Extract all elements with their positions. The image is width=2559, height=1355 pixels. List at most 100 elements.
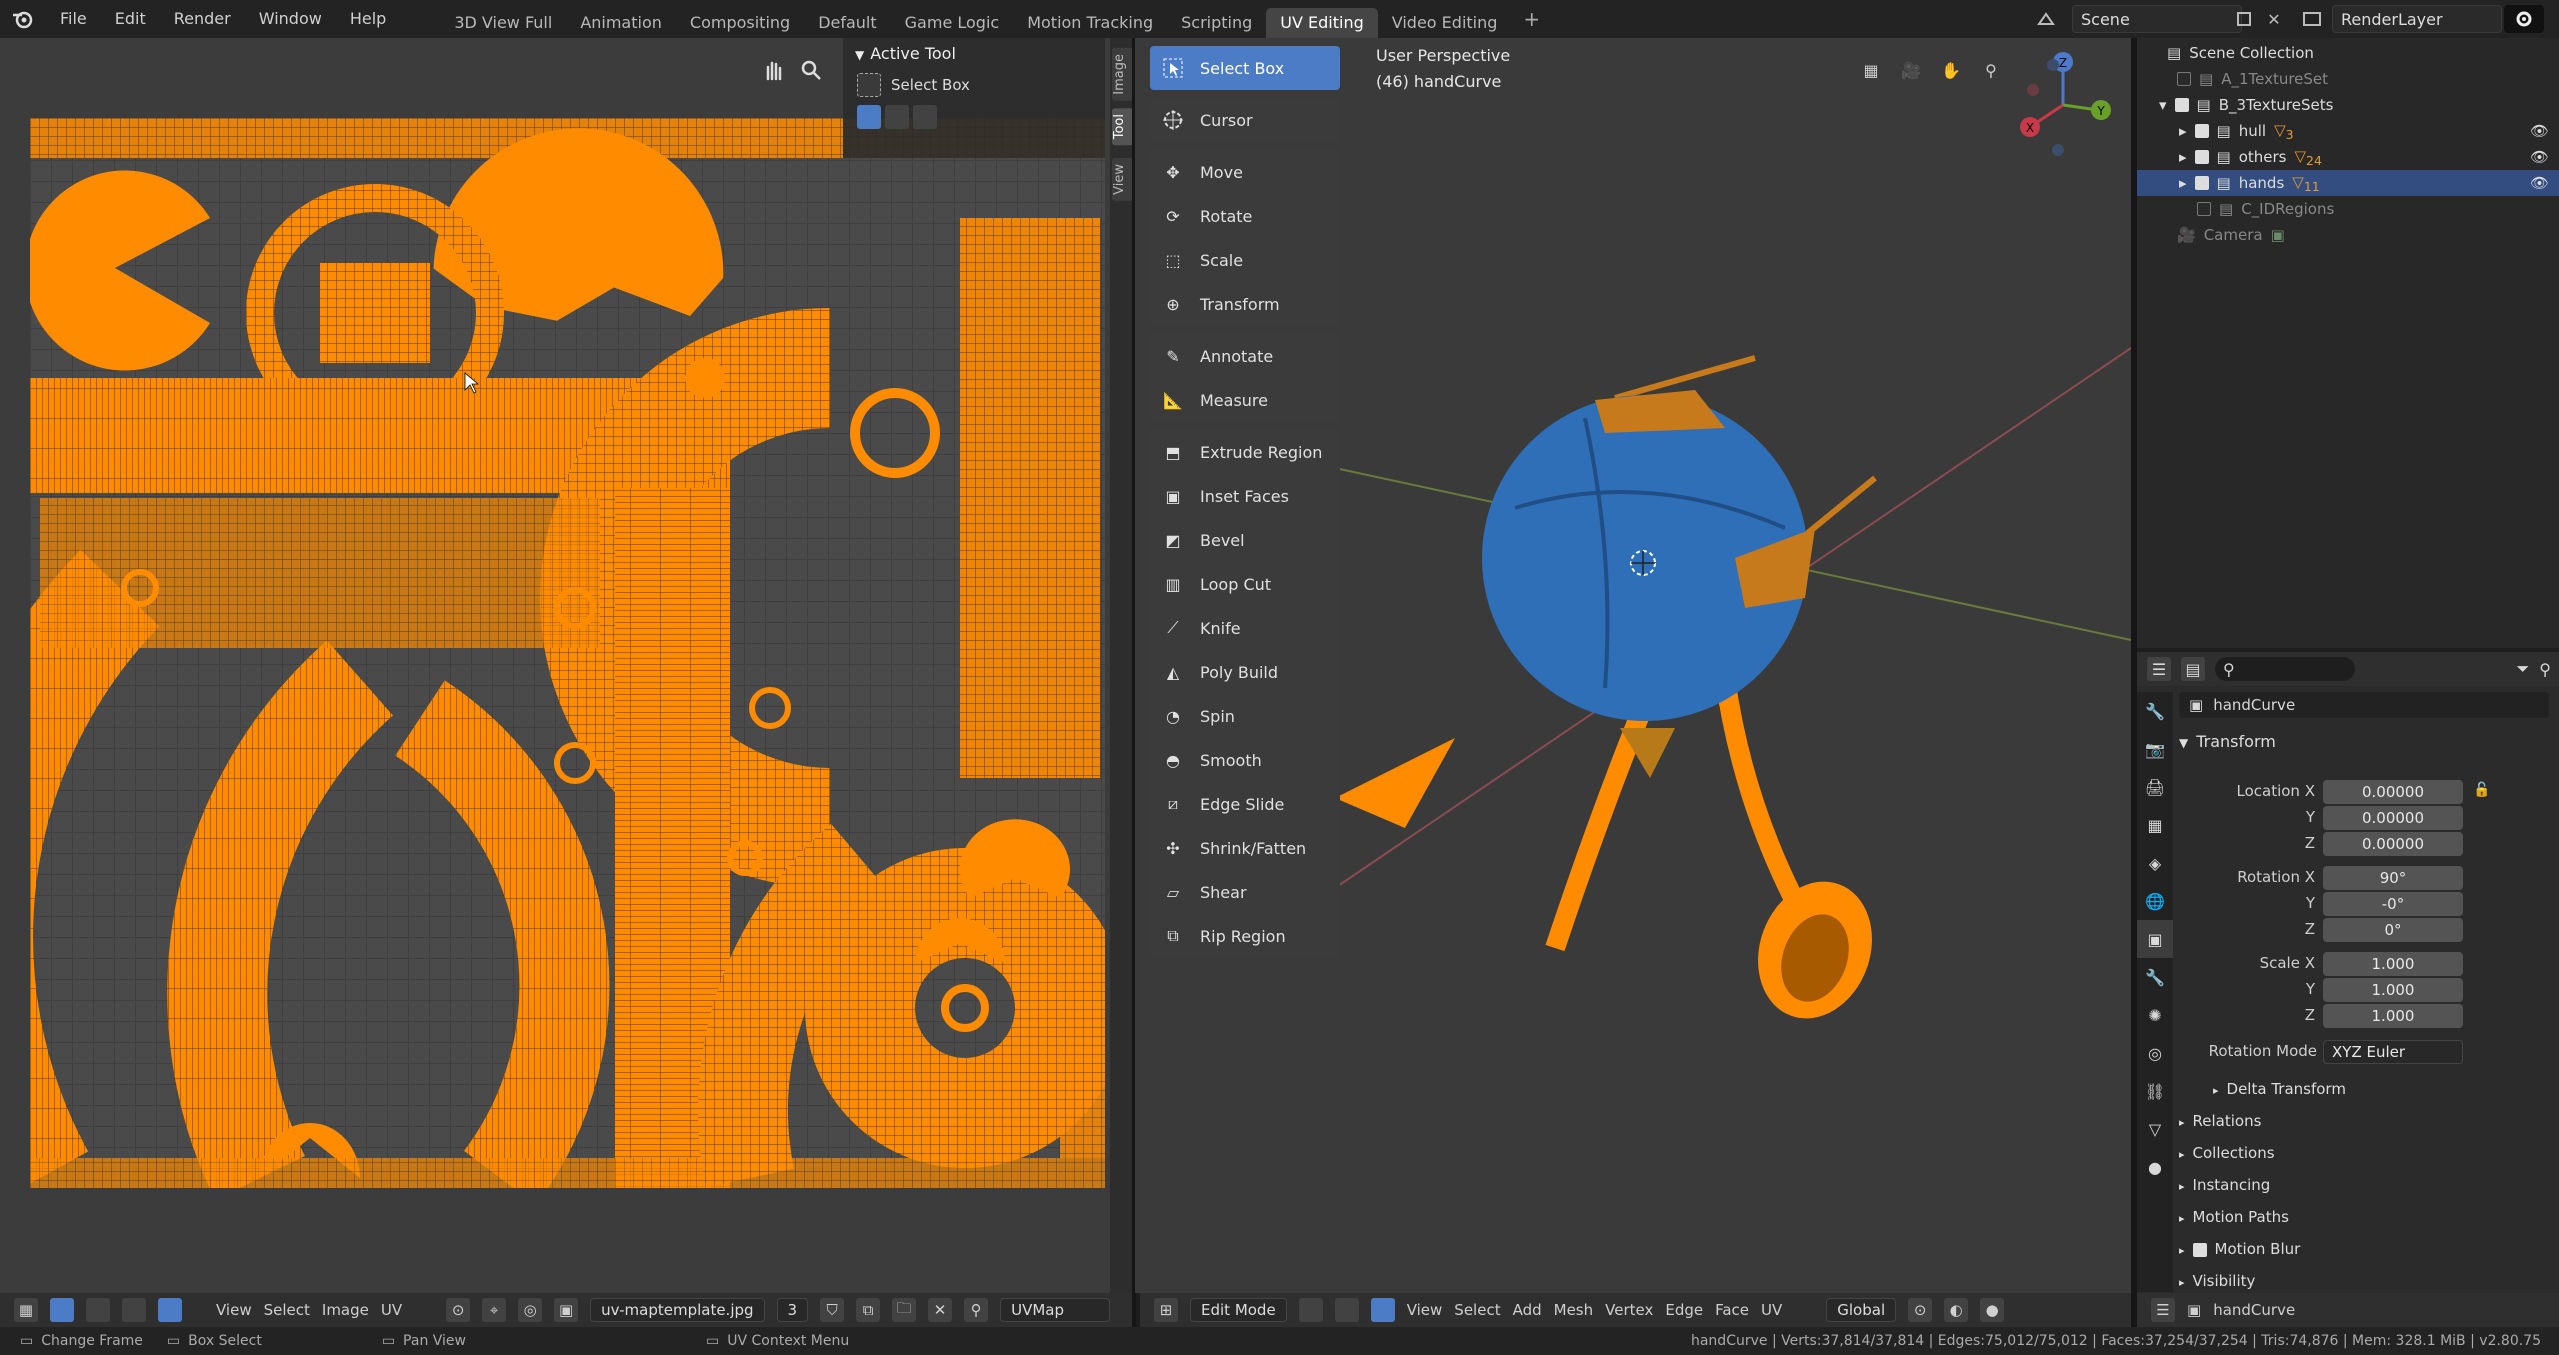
section-visibility[interactable]: ▸ Visibility: [2179, 1272, 2255, 1290]
pivot-icon[interactable]: ⊙: [446, 1298, 471, 1322]
mode-subtract-icon[interactable]: [913, 105, 937, 129]
lock-icon[interactable]: 🔓: [2473, 782, 2490, 798]
vp-menu-view[interactable]: View: [1407, 1301, 1443, 1319]
properties-editor-type-icon[interactable]: ☰: [2147, 657, 2171, 681]
tool-inset-faces[interactable]: ▣ Inset Faces: [1150, 474, 1340, 518]
menu-help[interactable]: Help: [336, 0, 400, 38]
tool-tab-icon[interactable]: 🔧: [2137, 692, 2173, 730]
rotation-y-field[interactable]: -0°: [2323, 892, 2463, 916]
active-tool-header[interactable]: ▼ Active Tool: [843, 38, 1105, 69]
edge-mode-icon[interactable]: [1334, 1298, 1359, 1322]
uv-map-field[interactable]: UVMap: [1000, 1298, 1111, 1322]
edge-select-icon[interactable]: [122, 1298, 146, 1322]
navigation-gizmo-icon[interactable]: Z Y X: [2013, 50, 2113, 160]
particles-tab-icon[interactable]: ✺: [2137, 996, 2173, 1034]
expand-arrow-icon[interactable]: ▸: [2179, 122, 2187, 140]
image-browse-icon[interactable]: ▣: [554, 1298, 579, 1322]
tool-annotate[interactable]: ✎ Annotate: [1150, 334, 1340, 378]
filter-icon[interactable]: ⏷: [2516, 659, 2529, 679]
face-select-icon[interactable]: [158, 1298, 182, 1322]
vp-menu-select[interactable]: Select: [1454, 1301, 1500, 1319]
camera-view-icon[interactable]: 🎥: [1893, 52, 1929, 88]
pin-properties-icon[interactable]: ⚲: [2539, 660, 2551, 679]
tool-move[interactable]: ✥ Move: [1150, 150, 1340, 194]
scale-x-field[interactable]: 1.000: [2323, 952, 2463, 976]
uv-menu-view[interactable]: View: [216, 1301, 252, 1319]
properties-search-input[interactable]: ⚲: [2215, 657, 2355, 681]
visibility-eye-icon[interactable]: 👁: [2530, 122, 2549, 140]
vp-menu-mesh[interactable]: Mesh: [1554, 1301, 1594, 1319]
image-name-field[interactable]: uv-maptemplate.jpg: [590, 1298, 765, 1322]
object-name-field[interactable]: ▣ handCurve: [2179, 692, 2549, 718]
zoom-icon[interactable]: [793, 52, 829, 88]
sync-selection-icon[interactable]: [50, 1298, 74, 1322]
uv-menu-uv[interactable]: UV: [381, 1301, 402, 1319]
blender-logo-icon[interactable]: [0, 0, 46, 38]
outliner-row-c-idregions[interactable]: ▤ C_IDRegions: [2137, 196, 2559, 222]
section-delta-transform[interactable]: ▸ Delta Transform: [2213, 1080, 2346, 1098]
scale-z-field[interactable]: 1.000: [2323, 1004, 2463, 1028]
location-x-field[interactable]: 0.00000: [2323, 780, 2463, 804]
exclude-checkbox[interactable]: [2174, 98, 2189, 112]
rotation-x-field[interactable]: 90°: [2323, 866, 2463, 890]
tab-animation[interactable]: Animation: [566, 8, 676, 38]
tool-knife[interactable]: ⟋ Knife: [1150, 606, 1340, 650]
tool-shear[interactable]: ▱ Shear: [1150, 870, 1340, 914]
image-users-count[interactable]: 3: [776, 1298, 809, 1322]
rotation-z-field[interactable]: 0°: [2323, 918, 2463, 942]
outliner-row-b3[interactable]: ▾ ▤ B_3TextureSets: [2137, 92, 2559, 118]
fake-user-icon[interactable]: ⛉: [820, 1298, 845, 1322]
tool-bevel[interactable]: ◩ Bevel: [1150, 518, 1340, 562]
output-tab-icon[interactable]: 🖨: [2137, 768, 2173, 806]
vp-menu-vertex[interactable]: Vertex: [1605, 1301, 1653, 1319]
constraints-tab-icon[interactable]: ⛓: [2137, 1072, 2173, 1110]
delete-scene-icon[interactable]: ✕: [2258, 5, 2290, 33]
tool-shrink-fatten[interactable]: ✣ Shrink/Fatten: [1150, 826, 1340, 870]
viewport-zoom-icon[interactable]: ⚲: [1973, 52, 2009, 88]
expand-arrow-icon[interactable]: ▾: [2159, 96, 2167, 114]
tool-rotate[interactable]: ⟳ Rotate: [1150, 194, 1340, 238]
transform-orientation-dropdown[interactable]: Global: [1826, 1298, 1897, 1322]
exclude-checkbox[interactable]: [2177, 72, 2191, 86]
view-layer-tab-icon[interactable]: ▦: [2137, 806, 2173, 844]
outliner-row-others[interactable]: ▸ ▤ others ▽24 👁: [2137, 144, 2559, 170]
tool-rip-region[interactable]: ⧉ Rip Region: [1150, 914, 1340, 958]
menu-window[interactable]: Window: [245, 0, 336, 38]
object-tab-icon[interactable]: ▣: [2137, 920, 2173, 958]
toggle-camera-icon[interactable]: ▦: [1853, 52, 1889, 88]
overlay-icon[interactable]: ◐: [1944, 1298, 1969, 1322]
vertex-mode-icon[interactable]: [1298, 1298, 1323, 1322]
outliner-row-a1[interactable]: ▤ A_1TextureSet: [2137, 66, 2559, 92]
tool-smooth[interactable]: ◓ Smooth: [1150, 738, 1340, 782]
uv-menu-select[interactable]: Select: [264, 1301, 310, 1319]
vp-menu-uv[interactable]: UV: [1761, 1301, 1782, 1319]
physics-tab-icon[interactable]: ◎: [2137, 1034, 2173, 1072]
display-mode-icon[interactable]: ▤: [2181, 657, 2205, 681]
uv-menu-image[interactable]: Image: [322, 1301, 369, 1319]
outliner-row-camera[interactable]: 🎥 Camera ▣: [2137, 222, 2559, 248]
unlink-image-icon[interactable]: ✕: [928, 1298, 953, 1322]
face-mode-icon[interactable]: [1370, 1298, 1395, 1322]
location-y-field[interactable]: 0.00000: [2323, 806, 2463, 830]
tool-poly-build[interactable]: ◭ Poly Build: [1150, 650, 1340, 694]
mode-extend-icon[interactable]: [885, 105, 909, 129]
section-instancing[interactable]: ▸ Instancing: [2179, 1176, 2270, 1194]
scale-y-field[interactable]: 1.000: [2323, 978, 2463, 1002]
scene-name-field[interactable]: Scene: [2072, 5, 2242, 33]
tool-loop-cut[interactable]: ▥ Loop Cut: [1150, 562, 1340, 606]
section-motion-paths[interactable]: ▸ Motion Paths: [2179, 1208, 2289, 1226]
menu-edit[interactable]: Edit: [101, 0, 160, 38]
snap-icon[interactable]: ⌖: [482, 1298, 507, 1322]
exclude-checkbox[interactable]: [2197, 202, 2211, 216]
render-layer-field[interactable]: RenderLayer: [2332, 5, 2502, 33]
tool-cursor[interactable]: Cursor: [1150, 98, 1340, 142]
world-tab-icon[interactable]: 🌐: [2137, 882, 2173, 920]
motion-blur-checkbox[interactable]: [2192, 1242, 2207, 1257]
scene-selector-icon[interactable]: [2030, 5, 2062, 33]
material-tab-icon[interactable]: ●: [2137, 1148, 2173, 1186]
outliner-row-hands[interactable]: ▸ ▤ hands ▽11 👁: [2137, 170, 2559, 196]
tab-scripting[interactable]: Scripting: [1167, 8, 1266, 38]
viewport-editor-type-icon[interactable]: ⊞: [1154, 1298, 1178, 1322]
location-z-field[interactable]: 0.00000: [2323, 832, 2463, 856]
vp-menu-edge[interactable]: Edge: [1665, 1301, 1703, 1319]
